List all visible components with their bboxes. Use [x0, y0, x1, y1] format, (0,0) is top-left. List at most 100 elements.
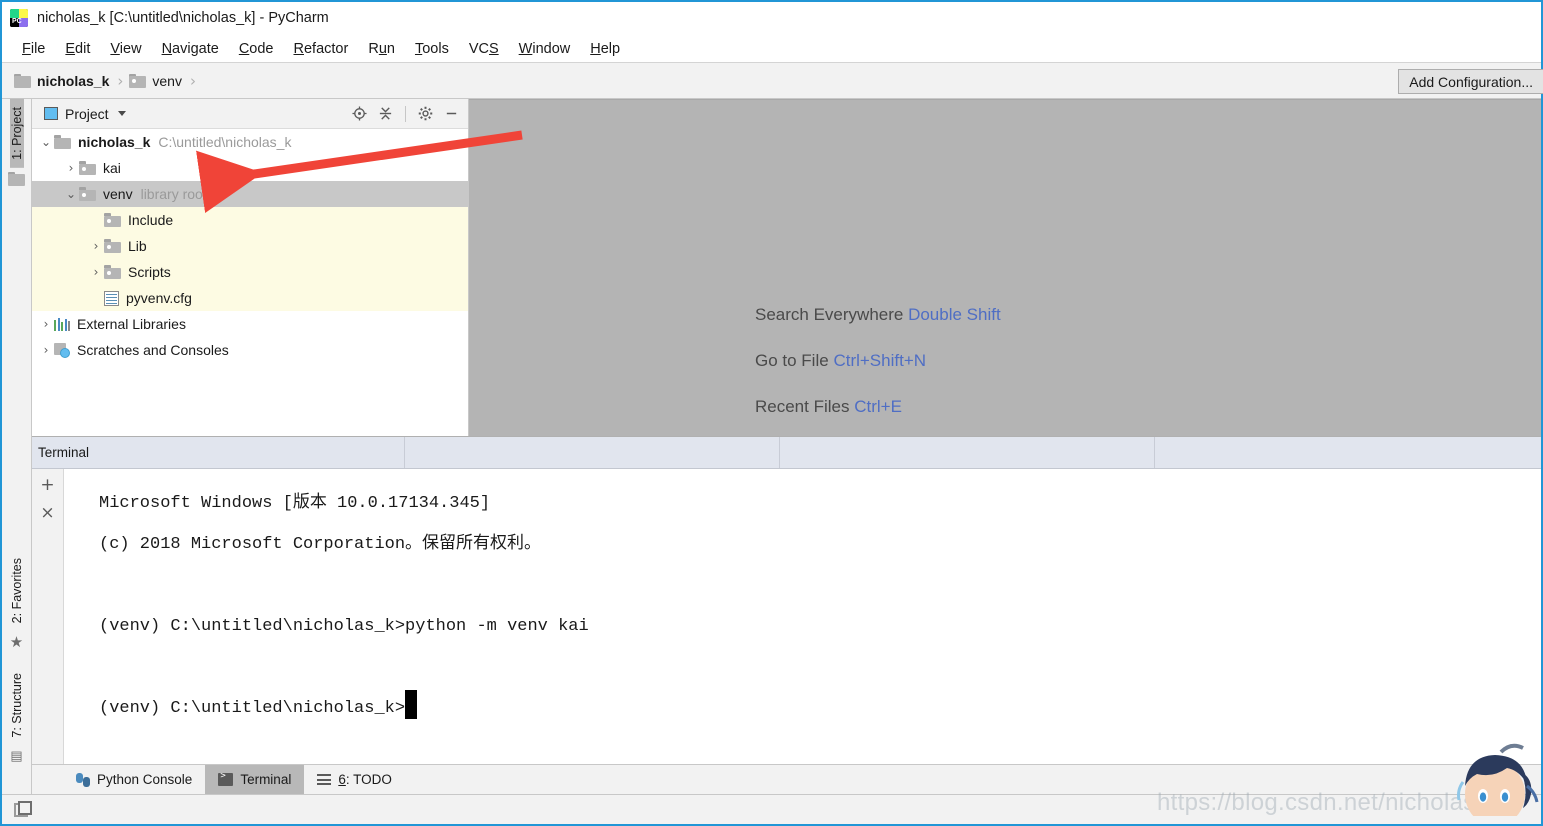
folder-dotted-icon — [104, 265, 121, 279]
tree-label-scratches-and-consoles: Scratches and Consoles — [77, 342, 229, 358]
tab-label-python-console: Python Console — [97, 772, 193, 787]
breadcrumb: nicholas_k › venv › Add Configuration... — [2, 63, 1543, 99]
terminal-line-1: (c) 2018 Microsoft Corporation。保留所有权利。 — [99, 535, 542, 554]
star-icon: ★ — [9, 634, 24, 652]
tree-row-nicholas-k[interactable]: ⌄ nicholas_k C:\untitled\nicholas_k — [32, 129, 468, 155]
chevron-collapsed-icon[interactable]: › — [38, 317, 54, 331]
tree-label-include: Include — [128, 212, 174, 228]
chevron-expanded-icon[interactable]: ⌄ — [38, 135, 54, 149]
tree-row-scripts[interactable]: › Scripts — [32, 259, 468, 285]
sidebar-tab-favorites-label: 2: Favorites — [9, 558, 24, 624]
tree-row-external-libraries[interactable]: › External Libraries — [32, 311, 468, 337]
minimize-icon[interactable] — [443, 105, 460, 122]
terminal-tab-slot-1 — [405, 437, 780, 468]
breadcrumb-label-0: nicholas_k — [37, 72, 110, 89]
terminal-line-0: Microsoft Windows [版本 10.0.17134.345] — [99, 494, 491, 513]
toolbar-divider — [405, 105, 406, 122]
sidebar-tab-project[interactable]: 1: Project — [9, 99, 24, 168]
menu-item-run[interactable]: Run — [358, 39, 405, 59]
terminal-console[interactable]: Microsoft Windows [版本 10.0.17134.345] (c… — [64, 469, 1541, 764]
folder-dotted-icon — [104, 239, 121, 253]
breadcrumb-item-project[interactable]: nicholas_k — [14, 73, 109, 89]
tab-todo[interactable]: 6: TODO — [304, 765, 405, 794]
settings-gear-icon[interactable] — [417, 105, 434, 122]
chevron-collapsed-icon[interactable]: › — [88, 265, 104, 279]
hint-shortcut-1: Ctrl+Shift+N — [833, 351, 927, 370]
tree-label-external-libraries: External Libraries — [77, 316, 186, 332]
tree-row-lib[interactable]: › Lib — [32, 233, 468, 259]
upper-region: Project ⌄ nicholas_k C:\untitled\nichola… — [32, 99, 1541, 436]
tree-row-include[interactable]: Include — [32, 207, 468, 233]
menu-item-edit[interactable]: Edit — [55, 39, 100, 59]
sidebar-tab-structure[interactable]: 7: Structure — [10, 665, 24, 746]
tree-label-nicholas-k: nicholas_k — [78, 134, 151, 150]
main-body: 1: Project 2: Favorites ★ 7: Structure ▤ — [2, 99, 1541, 794]
python-icon — [76, 772, 90, 787]
project-tree: ⌄ nicholas_k C:\untitled\nicholas_k › ka… — [32, 129, 468, 436]
sidebar-tab-structure-label: 7: Structure — [9, 673, 24, 738]
tree-note-venv: library root — [140, 186, 207, 202]
tree-row-pyvenv-cfg[interactable]: pyvenv.cfg — [32, 285, 468, 311]
tree-row-scratches-and-consoles[interactable]: › Scratches and Consoles — [32, 337, 468, 363]
tree-row-venv[interactable]: ⌄ venv library root — [32, 181, 468, 207]
breadcrumb-separator-0: › — [117, 71, 124, 90]
terminal-tab-slot-2 — [780, 437, 1155, 468]
window-title: nicholas_k [C:\untitled\nicholas_k] - Py… — [37, 10, 329, 26]
terminal-session-tab[interactable]: Terminal — [32, 437, 405, 468]
terminal-icon — [218, 771, 234, 786]
terminal-tool-window: Terminal + × Microsoft Windows [版本 10.0.… — [32, 436, 1541, 764]
menu-bar: File Edit View Navigate Code Refactor Ru… — [2, 35, 1541, 63]
editor-placeholder[interactable]: Search Everywhere Double Shift Go to Fil… — [469, 99, 1541, 436]
menu-label-file: ile — [30, 40, 46, 57]
config-file-icon — [104, 290, 119, 306]
terminal-tab-slot-3 — [1155, 437, 1541, 468]
terminal-tab-bar: Terminal — [32, 437, 1541, 469]
chevron-collapsed-icon[interactable]: › — [63, 161, 79, 175]
tab-python-console[interactable]: Python Console — [63, 765, 205, 794]
menu-item-help[interactable]: Help — [580, 39, 630, 59]
breadcrumb-separator-1: › — [189, 71, 196, 90]
tree-row-kai[interactable]: › kai — [32, 155, 468, 181]
tree-label-kai: kai — [103, 160, 121, 176]
menu-item-refactor[interactable]: Refactor — [284, 39, 359, 59]
sidebar-tab-favorites[interactable]: 2: Favorites — [10, 550, 24, 631]
project-panel: Project ⌄ nicholas_k C:\untitled\nichola… — [32, 99, 469, 436]
pycharm-window: PC nicholas_k [C:\untitled\nicholas_k] -… — [0, 0, 1543, 826]
collapse-all-icon[interactable] — [377, 105, 394, 122]
chevron-expanded-icon[interactable]: ⌄ — [63, 187, 79, 201]
new-session-button[interactable]: + — [40, 477, 54, 494]
tree-note-nicholas-k: C:\untitled\nicholas_k — [158, 134, 292, 150]
terminal-body: + × Microsoft Windows [版本 10.0.17134.345… — [32, 469, 1541, 764]
hint-go-to-file: Go to File Ctrl+Shift+N — [755, 351, 1001, 371]
locate-icon[interactable] — [351, 105, 368, 122]
tree-label-venv: venv — [103, 186, 133, 202]
chevron-down-icon[interactable] — [117, 111, 126, 116]
add-configuration-button[interactable]: Add Configuration... — [1398, 69, 1543, 94]
menu-item-tools[interactable]: Tools — [405, 39, 459, 59]
tab-terminal[interactable]: Terminal — [205, 765, 305, 794]
folder-icon — [54, 135, 71, 149]
status-bar — [2, 794, 1541, 824]
menu-item-vcs[interactable]: VCS — [459, 39, 509, 59]
close-session-button[interactable]: × — [40, 505, 54, 522]
menu-item-navigate[interactable]: Navigate — [152, 39, 229, 59]
window-stack-icon[interactable] — [14, 800, 33, 819]
menu-item-code[interactable]: Code — [229, 39, 284, 59]
chevron-collapsed-icon[interactable]: › — [38, 343, 54, 357]
menu-item-view[interactable]: View — [100, 39, 151, 59]
pycharm-logo-text: PC — [12, 18, 22, 25]
project-panel-toolbar — [351, 105, 460, 122]
hint-action-1: Go to File — [755, 351, 829, 370]
tree-label-lib: Lib — [128, 238, 147, 254]
menu-item-window[interactable]: Window — [509, 39, 581, 59]
breadcrumb-item-venv[interactable]: venv — [129, 73, 182, 89]
hint-recent-files: Recent Files Ctrl+E — [755, 397, 1001, 417]
terminal-prompt: (venv) C:\untitled\nicholas_k> — [99, 699, 406, 718]
title-bar: PC nicholas_k [C:\untitled\nicholas_k] -… — [2, 2, 1541, 35]
menu-item-file[interactable]: File — [12, 39, 55, 59]
terminal-gutter: + × — [32, 469, 64, 764]
terminal-line-4 — [99, 647, 1541, 688]
chevron-collapsed-icon[interactable]: › — [88, 239, 104, 253]
sidebar-tab-project-label: 1: Project — [9, 107, 24, 160]
center-column: Project ⌄ nicholas_k C:\untitled\nichola… — [32, 99, 1541, 794]
